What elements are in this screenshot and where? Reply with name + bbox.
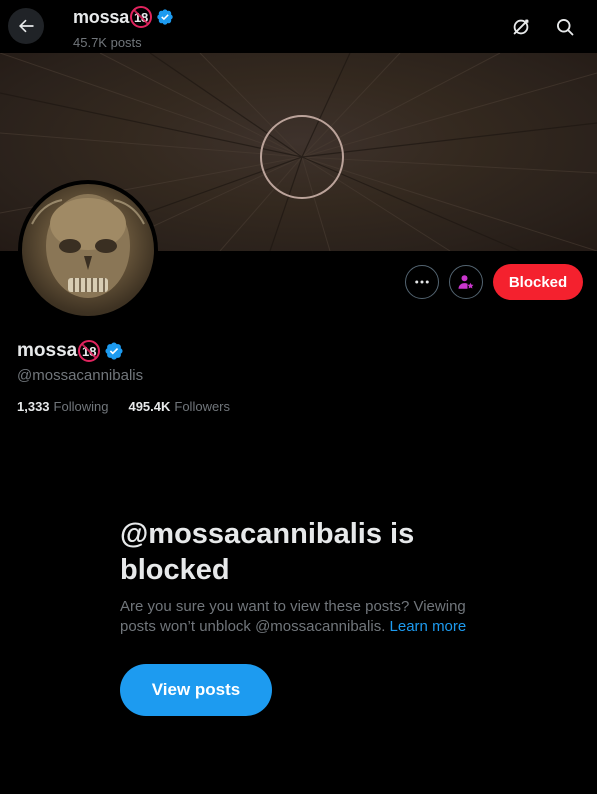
view-posts-button[interactable]: View posts: [120, 664, 272, 716]
profile-age-restricted-badge: 18: [78, 340, 101, 362]
grok-button[interactable]: [507, 13, 535, 41]
blocked-title: @mossacannibalis is blocked: [120, 518, 415, 586]
post-count: 45.7K posts: [73, 35, 142, 50]
banner-ring: [260, 115, 344, 199]
more-horizontal-icon: [415, 280, 429, 284]
verified-badge-icon: [157, 9, 173, 25]
followers-count: 495.4K: [128, 399, 171, 414]
following-label: Following: [53, 399, 109, 414]
grok-icon: [513, 19, 529, 35]
more-options-button[interactable]: [405, 265, 439, 299]
profile-handle: @mossacannibalis: [17, 367, 144, 384]
subscribe-button[interactable]: [449, 265, 483, 299]
age-badge-text: 18: [134, 9, 149, 25]
verified-badge-icon[interactable]: [104, 341, 124, 361]
arrow-left-icon: [19, 19, 34, 33]
followers-label: Followers: [174, 399, 231, 414]
blocked-button[interactable]: Blocked: [493, 264, 583, 300]
following-link[interactable]: 1,333 Following: [17, 399, 108, 414]
header-display-name: mossa: [73, 6, 130, 27]
back-button[interactable]: [8, 8, 44, 44]
avatar-image: [22, 184, 154, 316]
header-title: mossa 18: [73, 6, 174, 28]
search-button[interactable]: [551, 13, 579, 41]
followers-link[interactable]: 495.4K Followers: [128, 399, 230, 414]
search-icon: [557, 19, 574, 36]
profile-age-badge-text: 18: [81, 343, 97, 359]
profile-display-name-row: mossa 18: [17, 340, 124, 362]
avatar[interactable]: [18, 180, 158, 320]
learn-more-link[interactable]: Learn more: [390, 618, 467, 635]
profile-display-name: mossa: [17, 340, 78, 361]
top-bar: mossa 18 45.7K posts: [0, 0, 597, 53]
follow-stats: 1,333 Following 495.4K Followers: [17, 399, 230, 414]
blocked-description: Are you sure you want to view these post…: [120, 597, 480, 637]
subscribe-user-icon: [458, 275, 474, 289]
age-restricted-badge: 18: [130, 6, 153, 28]
following-count: 1,333: [17, 399, 50, 414]
